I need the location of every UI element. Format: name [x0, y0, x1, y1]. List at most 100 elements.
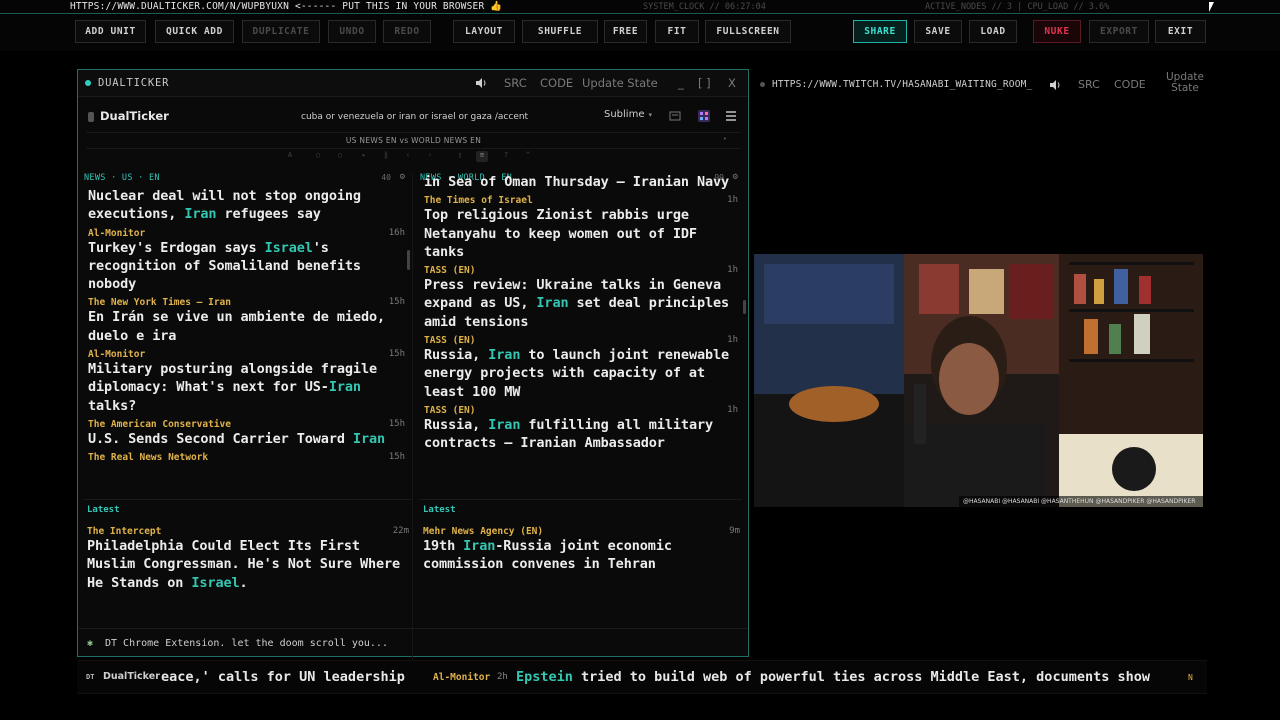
- list-item[interactable]: The Real News Network 15h: [84, 452, 407, 467]
- source-label: Al-Monitor: [88, 227, 146, 239]
- source-label: The Times of Israel: [424, 195, 533, 207]
- next-icon[interactable]: ›: [424, 151, 436, 162]
- fullscreen-button[interactable]: FULLSCREEN: [705, 20, 791, 43]
- ticker-headline[interactable]: eace,' calls for UN leadership: [161, 669, 405, 685]
- headline: Russia, Iran to launch joint renewable e…: [424, 347, 730, 400]
- nuke-button[interactable]: NUKE: [1033, 20, 1081, 43]
- redo-button[interactable]: REDO: [383, 20, 431, 43]
- menu-icon[interactable]: [724, 109, 738, 123]
- font-size-icon[interactable]: A: [284, 151, 296, 162]
- code-button[interactable]: CODE: [540, 76, 573, 90]
- source-label: TASS (EN): [424, 265, 476, 277]
- scrollbar-thumb[interactable]: [407, 250, 410, 270]
- source-label: The New York Times — Iran: [88, 297, 231, 309]
- ticker-source: Al-Monitor: [433, 672, 491, 683]
- src-button[interactable]: SRC: [504, 76, 527, 90]
- zoom-out-icon[interactable]: ○: [312, 151, 324, 162]
- age-label: 22m: [392, 526, 409, 536]
- ticker-badge: DT: [86, 673, 95, 681]
- layout-button[interactable]: LAYOUT: [453, 20, 515, 43]
- theme-select[interactable]: Sublime ▾: [604, 109, 652, 120]
- shuffle-button[interactable]: SHUFFLE: [522, 20, 598, 43]
- list-item[interactable]: Al-Monitor 16h Turkey's Erdogan says Isr…: [84, 228, 407, 298]
- gear-icon[interactable]: ⚙: [400, 173, 405, 182]
- undo-button[interactable]: UNDO: [328, 20, 376, 43]
- headline: Philadelphia Could Elect Its First Musli…: [87, 538, 401, 591]
- compare-label: US NEWS EN vs WORLD NEWS EN: [345, 136, 482, 145]
- zoom-in-icon[interactable]: ○: [334, 151, 346, 162]
- latest-label: Latest: [87, 505, 120, 515]
- source-label: Mehr News Agency (EN): [423, 526, 544, 537]
- free-button[interactable]: FREE: [604, 20, 647, 43]
- source-label: The American Conservative: [88, 418, 231, 430]
- app-header: DualTicker Sublime▾: [84, 103, 744, 131]
- play-icon[interactable]: ▸: [358, 151, 370, 162]
- load-button[interactable]: LOAD: [969, 20, 1017, 43]
- stream-panel-header[interactable]: HTTPS://WWW.TWITCH.TV/HASANABI_WAITING_R…: [752, 72, 1212, 97]
- speaker-icon[interactable]: [1049, 79, 1061, 91]
- collapse-icon[interactable]: ^: [522, 151, 534, 162]
- filter-icon[interactable]: [668, 109, 682, 123]
- export-button[interactable]: EXPORT: [1089, 20, 1149, 43]
- latest-label: Latest: [423, 505, 456, 515]
- ticker-age: 2h: [497, 672, 508, 682]
- headline: 19th Iran-Russia joint economic commissi…: [423, 538, 672, 573]
- headline: Nuclear deal will not stop ongoing execu…: [88, 188, 361, 223]
- code-button[interactable]: CODE: [1114, 78, 1146, 91]
- headline: Press review: Ukraine talks in Geneva ex…: [424, 277, 730, 330]
- source-label: TASS (EN): [424, 404, 476, 416]
- headline: in Sea of Oman Thursday — Iranian Navy: [424, 174, 730, 190]
- update-state-button[interactable]: Update State: [582, 76, 658, 90]
- save-button[interactable]: SAVE: [914, 20, 962, 43]
- quick-add-button[interactable]: QUICK ADD: [155, 20, 234, 43]
- column-divider[interactable]: [412, 173, 413, 659]
- list-item[interactable]: Mehr News Agency (EN) 9m 19th Iran-Russi…: [420, 526, 742, 578]
- share-button[interactable]: SHARE: [853, 20, 907, 43]
- list-item[interactable]: The Intercept 22m Philadelphia Could Ele…: [84, 526, 411, 596]
- update-state-button[interactable]: Update State: [1160, 72, 1210, 94]
- list-item[interactable]: TASS (EN) 1h Russia, Iran fulfilling all…: [420, 405, 740, 457]
- list-item[interactable]: The Times of Israel 1h Top religious Zio…: [420, 195, 740, 265]
- compare-bar[interactable]: US NEWS EN vs WORLD NEWS EN •: [86, 132, 741, 149]
- speaker-icon[interactable]: [475, 77, 487, 89]
- src-button[interactable]: SRC: [1078, 78, 1100, 91]
- us-news-column: NEWS · US · EN 40 ⚙ Nuclear deal will no…: [84, 173, 407, 495]
- bookmark-icon[interactable]: ▯: [454, 151, 466, 162]
- list-item[interactable]: The New York Times — Iran 15h En Irán se…: [84, 297, 407, 349]
- puzzle-icon: ✱: [87, 638, 94, 649]
- minimize-button[interactable]: _: [678, 76, 684, 90]
- prev-icon[interactable]: ‹: [402, 151, 414, 162]
- list-item[interactable]: in Sea of Oman Thursday — Iranian Navy: [420, 173, 740, 195]
- help-icon[interactable]: ?: [500, 151, 512, 162]
- age-label: 16h: [388, 227, 405, 238]
- stream-video[interactable]: @HASANABI @HASANABI @HASANTHEHUN @HASAND…: [754, 254, 1203, 507]
- scrollbar-thumb[interactable]: [743, 300, 746, 314]
- headline: Russia, Iran fulfilling all military con…: [424, 416, 714, 452]
- list-item[interactable]: TASS (EN) 1h Press review: Ukraine talks…: [420, 265, 740, 335]
- age-label: 9m: [729, 526, 740, 536]
- search-input[interactable]: [299, 106, 589, 128]
- duplicate-button[interactable]: DUPLICATE: [242, 20, 320, 43]
- pause-icon[interactable]: ‖: [380, 151, 392, 162]
- column-header: NEWS · US · EN 40 ⚙: [84, 173, 407, 186]
- extension-bar[interactable]: ✱ DT Chrome Extension. let the doom scro…: [78, 628, 748, 658]
- window-titlebar[interactable]: DUALTICKER SRC CODE Update State _ [ ] X: [78, 70, 748, 97]
- headline: U.S. Sends Second Carrier Toward Iran: [88, 430, 386, 447]
- status-dot-icon: [760, 82, 765, 87]
- headline-ticker[interactable]: DT DualTicker eace,' calls for UN leader…: [77, 660, 1207, 694]
- close-button[interactable]: X: [728, 76, 736, 90]
- list-item[interactable]: The American Conservative 15h U.S. Sends…: [84, 419, 407, 452]
- exit-button[interactable]: EXIT: [1155, 20, 1206, 43]
- maximize-button[interactable]: [ ]: [698, 76, 711, 90]
- grid-view-icon[interactable]: [697, 109, 711, 123]
- list-item[interactable]: Al-Monitor 15h Military posturing alongs…: [84, 349, 407, 419]
- video-frame-image: [754, 254, 1203, 507]
- list-item[interactable]: TASS (EN) 1h Russia, Iran to launch join…: [420, 335, 740, 405]
- ticker-headline[interactable]: Epstein tried to build web of powerful t…: [516, 669, 1150, 685]
- list-item[interactable]: Nuclear deal will not stop ongoing execu…: [84, 187, 407, 228]
- fit-button[interactable]: FIT: [655, 20, 699, 43]
- add-unit-button[interactable]: ADD UNIT: [75, 20, 146, 43]
- news-feed: Nuclear deal will not stop ongoing execu…: [84, 187, 407, 467]
- age-label: 15h: [388, 297, 405, 308]
- sort-icon[interactable]: ≡: [476, 151, 488, 162]
